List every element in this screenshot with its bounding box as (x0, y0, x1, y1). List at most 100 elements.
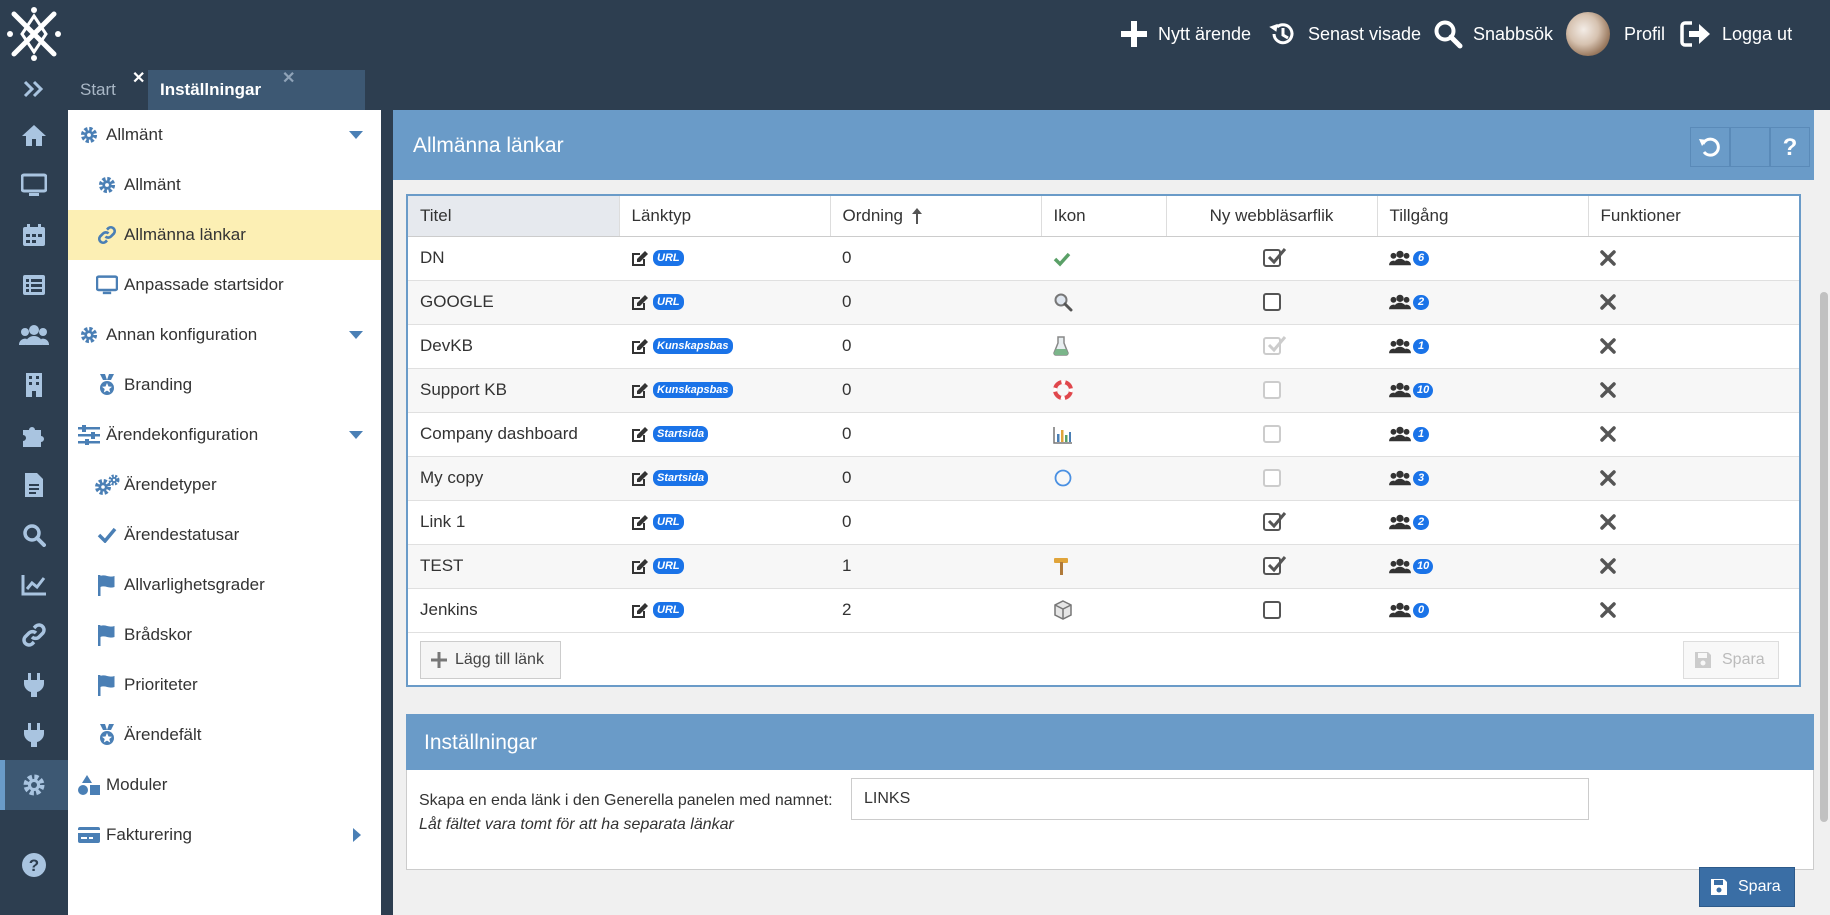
table-row: DevKB Kunskapsbas 0 1 (408, 324, 1799, 369)
sidebar-item-general-links[interactable]: Allmänna länkar (68, 210, 381, 260)
col-title[interactable]: Titel (408, 196, 620, 237)
rail-building[interactable] (0, 360, 68, 410)
help-button[interactable]: ? (1770, 127, 1810, 167)
delete-icon[interactable] (1600, 470, 1799, 486)
col-link-type[interactable]: Länktyp (619, 196, 831, 237)
col-new-tab[interactable]: Ny webbläsarflik (1166, 196, 1378, 237)
col-order[interactable]: Ordning (830, 196, 1042, 237)
add-link-button[interactable]: Lägg till länk (420, 641, 561, 679)
sidebar-group-billing[interactable]: Fakturering (68, 810, 381, 860)
new-case-button[interactable]: Nytt ärende (1120, 14, 1251, 54)
new-tab-checkbox[interactable] (1262, 556, 1286, 575)
cell-icon (1041, 368, 1166, 413)
lifebuoy-icon (1053, 380, 1073, 401)
delete-icon[interactable] (1600, 558, 1799, 574)
rail-settings[interactable] (0, 760, 68, 810)
delete-icon[interactable] (1600, 602, 1799, 618)
edit-icon[interactable] (631, 250, 649, 267)
new-tab-checkbox[interactable] (1262, 293, 1281, 311)
cell-access: 10 (1377, 368, 1588, 413)
rail-home[interactable] (0, 110, 68, 160)
rail-plugin-1[interactable] (0, 660, 68, 710)
sidebar-item-case-fields[interactable]: Ärendefält (68, 710, 381, 760)
delete-icon[interactable] (1600, 338, 1799, 354)
edit-icon[interactable] (631, 470, 649, 487)
sidebar-group-case-config[interactable]: Ärendekonfiguration (68, 410, 381, 460)
sidebar-item-label: Allmänt (106, 125, 163, 144)
sidebar-group-other-config[interactable]: Annan konfiguration (68, 310, 381, 360)
sidebar-group-general[interactable]: Allmänt (68, 110, 381, 160)
reset-button[interactable] (1690, 127, 1730, 167)
rail-users[interactable] (0, 310, 68, 360)
history-icon (1268, 19, 1308, 49)
settings-sidebar: Allmänt Allmänt Allmänna länkar Anpassad… (68, 110, 381, 915)
close-tab-settings-icon[interactable]: ✕ (282, 68, 295, 88)
sidebar-item-severities[interactable]: Allvarlighetsgrader (68, 560, 381, 610)
save-settings-button[interactable]: Spara (1699, 867, 1795, 907)
sidebar-item-case-statuses[interactable]: Ärendestatusar (68, 510, 381, 560)
rail-document[interactable] (0, 460, 68, 510)
col-icon[interactable]: Ikon (1041, 196, 1167, 237)
delete-icon[interactable] (1600, 382, 1799, 398)
col-access[interactable]: Tillgång (1377, 196, 1589, 237)
plus-icon (431, 652, 447, 668)
app-logo[interactable] (6, 6, 62, 62)
logout-button[interactable]: Logga ut (1680, 14, 1792, 54)
delete-icon[interactable] (1600, 250, 1799, 266)
caret-down-icon (349, 131, 363, 139)
main-scrollbar[interactable] (1818, 180, 1830, 915)
cell-icon (1041, 324, 1166, 369)
sidebar-item-label: Ärendekonfiguration (106, 425, 259, 444)
rail-help[interactable]: ? (0, 840, 68, 890)
new-tab-checkbox[interactable] (1262, 601, 1281, 619)
rail-search[interactable] (0, 510, 68, 560)
sidebar-item-priorities[interactable]: Prioriteter (68, 660, 381, 710)
save-links-button[interactable]: Spara (1683, 641, 1779, 679)
rail-chart[interactable] (0, 560, 68, 610)
edit-icon[interactable] (631, 602, 649, 619)
delete-icon[interactable] (1600, 514, 1799, 530)
tab-start[interactable]: Start (80, 70, 116, 110)
rail-list[interactable] (0, 260, 68, 310)
cell-access: 10 (1377, 544, 1588, 589)
tab-settings[interactable]: Inställningar (148, 70, 365, 110)
avatar (1566, 12, 1610, 56)
links-table-body: DN URL 0 6 GOOGLE URL 0 2 DevKB Kunskapsbas 0 1 Supp… (408, 236, 1799, 633)
profile-button[interactable]: Profil (1566, 12, 1665, 56)
sidebar-item-branding[interactable]: Branding (68, 360, 381, 410)
delete-icon[interactable] (1600, 294, 1799, 310)
sidebar-group-modules[interactable]: Moduler (68, 760, 381, 810)
rail-puzzle[interactable] (0, 410, 68, 460)
new-tab-checkbox[interactable] (1262, 512, 1286, 531)
link-type-badge: URL (653, 250, 684, 266)
link-type-badge: Kunskapsbas (653, 382, 733, 398)
edit-icon[interactable] (631, 426, 649, 443)
sidebar-item-urgencies[interactable]: Brådskor (68, 610, 381, 660)
new-tab-checkbox[interactable] (1262, 248, 1286, 267)
edit-icon[interactable] (631, 382, 649, 399)
rail-desktop[interactable] (0, 160, 68, 210)
sidebar-item-custom-startpages[interactable]: Anpassade startsidor (68, 260, 381, 310)
quick-search-label: Snabbsök (1473, 23, 1554, 44)
edit-icon[interactable] (631, 338, 649, 355)
sidebar-item-label: Ärendefält (124, 725, 202, 744)
single-link-label: Skapa en enda länk i den Generella panel… (419, 792, 833, 809)
blank-header-button[interactable] (1730, 127, 1770, 167)
edit-icon[interactable] (631, 294, 649, 311)
quick-search-button[interactable]: Snabbsök (1433, 14, 1553, 54)
sidebar-item-general[interactable]: Allmänt (68, 160, 381, 210)
single-link-name-input[interactable] (851, 778, 1589, 820)
expand-rail-button[interactable] (0, 68, 68, 110)
rail-plugin-2[interactable] (0, 710, 68, 760)
rail-calendar[interactable] (0, 210, 68, 260)
search-icon (23, 524, 46, 547)
delete-icon[interactable] (1600, 426, 1799, 442)
scrollbar-thumb[interactable] (1820, 292, 1828, 822)
close-tab-start-icon[interactable]: ✕ (132, 68, 145, 88)
recent-button[interactable]: Senast visade (1268, 14, 1421, 54)
sidebar-item-case-types[interactable]: Ärendetyper (68, 460, 381, 510)
edit-icon[interactable] (631, 514, 649, 531)
rail-link[interactable] (0, 610, 68, 660)
cell-access: 1 (1377, 324, 1588, 369)
edit-icon[interactable] (631, 558, 649, 575)
